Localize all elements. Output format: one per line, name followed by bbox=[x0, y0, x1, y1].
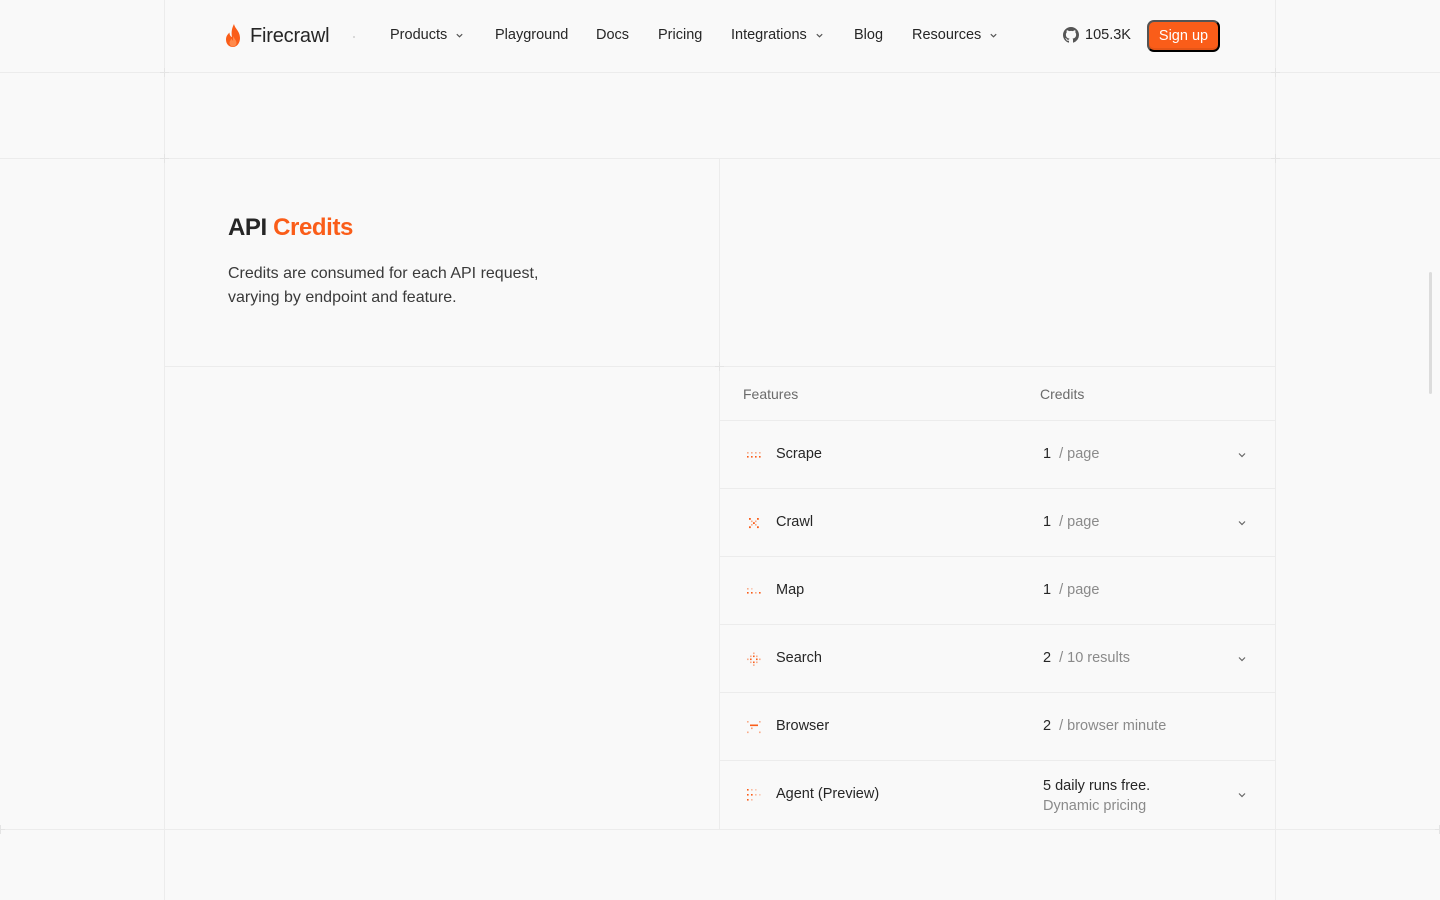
grid-cross bbox=[160, 154, 169, 163]
section-divider-bottom bbox=[0, 829, 1440, 830]
search-icon bbox=[747, 652, 761, 666]
feature-name: Scrape bbox=[776, 446, 822, 462]
nav-label: Products bbox=[390, 27, 448, 43]
title-accent: Credits bbox=[273, 214, 353, 241]
feature-name: Agent (Preview) bbox=[776, 786, 880, 802]
github-stars-link[interactable]: 105.3K bbox=[1063, 27, 1131, 43]
nav-integrations[interactable]: Integrations bbox=[731, 27, 824, 43]
table-header: Features Credits bbox=[720, 367, 1275, 421]
crawl-icon bbox=[749, 518, 759, 529]
nav-blog[interactable]: Blog bbox=[854, 27, 883, 43]
agent-icon bbox=[747, 789, 761, 801]
nav-label: Pricing bbox=[658, 27, 703, 43]
grid-line-right bbox=[1275, 0, 1276, 900]
scrollbar-thumb[interactable] bbox=[1429, 272, 1432, 394]
browser-icon bbox=[747, 721, 761, 734]
credit-amount: 1 bbox=[1043, 514, 1052, 530]
header-divider bbox=[0, 72, 1440, 73]
credit-value: 2 / 10 results bbox=[1043, 650, 1130, 666]
credit-value: 1 / page bbox=[1043, 582, 1099, 598]
github-star-count: 105.3K bbox=[1085, 27, 1131, 43]
section-divider-top bbox=[0, 158, 1440, 159]
grid-line-left bbox=[164, 0, 165, 900]
feature-name: Map bbox=[776, 582, 805, 598]
separator-dot bbox=[353, 36, 355, 38]
credit-amount: 2 bbox=[1043, 718, 1052, 734]
credit-amount: 1 bbox=[1043, 446, 1052, 462]
title-plain: API bbox=[228, 214, 267, 241]
chevron-down-icon[interactable] bbox=[1237, 450, 1247, 460]
chevron-down-icon[interactable] bbox=[1237, 518, 1247, 528]
credits-table: Features Credits Scrape 1 / page Crawl 1 /… bbox=[720, 367, 1275, 829]
signup-button[interactable]: Sign up bbox=[1147, 20, 1220, 52]
nav-label: Resources bbox=[912, 27, 982, 43]
section-description: Credits are consumed for each API reques… bbox=[228, 265, 539, 306]
grid-cross bbox=[1435, 825, 1440, 834]
credit-amount: 1 bbox=[1043, 582, 1052, 598]
chevron-down-icon[interactable] bbox=[1237, 654, 1247, 664]
credit-unit: Dynamic pricing bbox=[1043, 798, 1147, 814]
credit-unit: / page bbox=[1059, 446, 1100, 462]
page-title: API Credits bbox=[228, 214, 353, 242]
feature-name: Browser bbox=[776, 718, 830, 734]
site-header: Firecrawl Products Playground Docs Prici… bbox=[0, 0, 1440, 72]
table-row-scrape[interactable]: Scrape 1 / page bbox=[720, 421, 1275, 489]
credit-unit: / page bbox=[1059, 514, 1100, 530]
flame-icon bbox=[226, 24, 240, 47]
chevron-down-icon bbox=[816, 33, 823, 38]
nav-playground[interactable]: Playground bbox=[495, 27, 568, 43]
header-features: Features bbox=[743, 386, 799, 402]
credit-value: 1 / page bbox=[1043, 446, 1099, 462]
chevron-down-icon[interactable] bbox=[1237, 790, 1247, 800]
credit-amount: 5 daily runs free. bbox=[1043, 778, 1151, 794]
nav-label: Integrations bbox=[731, 27, 807, 43]
nav-label: Docs bbox=[596, 27, 630, 43]
credit-unit: / browser minute bbox=[1059, 718, 1167, 734]
map-icon bbox=[747, 588, 761, 594]
credit-value: 5 daily runs free. Dynamic pricing bbox=[1043, 776, 1150, 816]
feature-name: Crawl bbox=[776, 514, 814, 530]
table-row-crawl[interactable]: Crawl 1 / page bbox=[720, 489, 1275, 557]
feature-name: Search bbox=[776, 650, 822, 666]
brand-name: Firecrawl bbox=[250, 24, 330, 47]
table-row-search[interactable]: Search 2 / 10 results bbox=[720, 625, 1275, 693]
github-icon bbox=[1063, 27, 1079, 43]
credit-unit: / page bbox=[1059, 582, 1100, 598]
table-row-agent[interactable]: Agent (Preview) 5 daily runs free. Dynam… bbox=[720, 761, 1275, 829]
header-credits: Credits bbox=[1040, 386, 1085, 402]
credit-unit: / 10 results bbox=[1059, 650, 1130, 666]
logo-link[interactable]: Firecrawl bbox=[224, 21, 330, 51]
credit-value: 1 / page bbox=[1043, 514, 1099, 530]
credit-amount: 2 bbox=[1043, 650, 1052, 666]
nav-pricing[interactable]: Pricing bbox=[658, 27, 702, 43]
nav-label: Playground bbox=[495, 27, 569, 43]
nav-resources[interactable]: Resources bbox=[912, 27, 998, 43]
chevron-down-icon bbox=[456, 33, 463, 38]
grid-cross bbox=[0, 825, 5, 834]
grid-cross bbox=[1271, 154, 1280, 163]
nav-products[interactable]: Products bbox=[390, 27, 464, 43]
table-row-browser[interactable]: Browser 2 / browser minute bbox=[720, 693, 1275, 761]
credit-value: 2 / browser minute bbox=[1043, 718, 1166, 734]
nav-label: Blog bbox=[854, 27, 884, 43]
chevron-down-icon bbox=[990, 33, 997, 38]
nav-docs[interactable]: Docs bbox=[596, 27, 629, 43]
scrape-icon bbox=[747, 452, 761, 458]
table-row-map[interactable]: Map 1 / page bbox=[720, 557, 1275, 625]
